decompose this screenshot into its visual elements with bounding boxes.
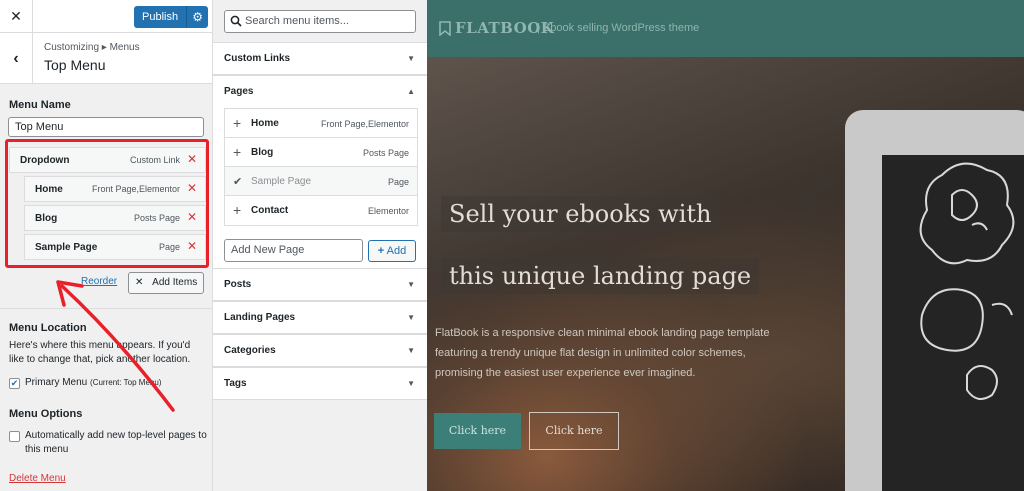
customizer-sidebar: ✕ Publish ⚙ ‹ Customizing ▸ Menus Top Me… (0, 0, 213, 491)
chevron-down-icon: ▼ (407, 313, 415, 322)
section-title: Custom Links (224, 53, 291, 64)
primary-menu-current: (Current: Top Menu) (90, 378, 162, 387)
highlight-box (5, 139, 209, 268)
search-icon (230, 14, 242, 35)
plus-icon: + (233, 144, 242, 160)
breadcrumb: Customizing ▸ Menus (44, 42, 140, 53)
delete-menu-link[interactable]: Delete Menu (9, 473, 66, 484)
chevron-down-icon: ▼ (407, 54, 415, 63)
page-type: Elementor (367, 206, 409, 216)
new-page-input[interactable]: Add New Page (224, 239, 363, 262)
add-items-button[interactable]: ✕ Add Items (128, 272, 204, 294)
list-item[interactable]: + Home Front Page,Elementor (225, 109, 417, 138)
section-posts[interactable]: Posts ▼ (213, 268, 427, 301)
page-type: Posts Page (362, 148, 409, 158)
section-custom-links[interactable]: Custom Links ▼ (213, 42, 427, 75)
gear-icon[interactable]: ⚙ (186, 6, 209, 28)
menu-location-help: Here's where this menu appears. If you'd… (9, 340, 191, 365)
auto-add-label: Automatically add new top-level pages to… (25, 430, 207, 455)
add-items-panel: Search menu items... Custom Links ▼ Page… (213, 0, 427, 491)
tablet-screen (882, 155, 1024, 491)
pages-list: + Home Front Page,Elementor + Blog Posts… (224, 108, 418, 226)
reorder-link[interactable]: Reorder (81, 276, 117, 287)
chevron-down-icon: ▼ (407, 346, 415, 355)
customizer-header: ✕ Publish ⚙ (0, 0, 212, 33)
add-items-label: Add Items (152, 277, 198, 288)
search-input[interactable]: Search menu items... (224, 10, 416, 33)
plus-icon: + (233, 202, 242, 218)
section-tags[interactable]: Tags ▼ (213, 367, 427, 400)
section-categories[interactable]: Categories ▼ (213, 334, 427, 367)
cta-primary-button[interactable]: Click here (434, 413, 521, 449)
section-title: Posts (224, 279, 252, 290)
page-type: Front Page,Elementor (320, 119, 409, 129)
hero-description: FlatBook is a responsive clean minimal e… (435, 327, 770, 379)
list-item[interactable]: + Blog Posts Page (225, 138, 417, 167)
panel-title: Top Menu (44, 57, 106, 73)
section-title: Pages (224, 86, 254, 97)
cta-secondary-button[interactable]: Click here (529, 412, 619, 450)
menu-name-label: Menu Name (9, 99, 71, 111)
add-label: Add (386, 245, 407, 257)
divider (0, 308, 212, 309)
chevron-down-icon: ▼ (407, 280, 415, 289)
section-title: Categories (224, 345, 276, 356)
panel-header: ‹ Customizing ▸ Menus Top Menu (0, 33, 212, 84)
section-title: Tags (224, 378, 247, 389)
section-landing-pages[interactable]: Landing Pages ▼ (213, 301, 427, 334)
back-arrow-icon[interactable]: ‹ (0, 33, 33, 84)
hero-headline-line-2: this unique landing page (441, 258, 760, 294)
page-title: Blog (251, 147, 274, 158)
page-title: Sample Page (251, 176, 312, 187)
add-page-button[interactable]: + Add (368, 240, 416, 262)
page-type: Page (387, 177, 409, 187)
chevron-down-icon: ▼ (407, 379, 415, 388)
primary-menu-label: Primary Menu (Current: Top Menu) (25, 377, 162, 388)
publish-group: Publish ⚙ (134, 6, 209, 28)
close-icon: ✕ (135, 277, 144, 288)
section-pages[interactable]: Pages ▲ (213, 75, 427, 108)
site-preview: FLATBOOK | Ebook selling WordPress theme… (427, 0, 1024, 491)
chevron-up-icon: ▲ (407, 87, 415, 96)
close-icon[interactable]: ✕ (0, 0, 33, 33)
page-title: Contact (251, 205, 289, 216)
bookmark-icon (439, 20, 451, 36)
menu-name-input[interactable]: Top Menu (8, 117, 204, 137)
plus-icon: + (377, 245, 385, 257)
menu-options-heading: Menu Options (9, 408, 83, 420)
section-title: Landing Pages (224, 312, 296, 323)
plus-icon: + (233, 115, 242, 131)
page-title: Home (251, 118, 279, 129)
hero-headline-line-1: Sell your ebooks with (441, 196, 720, 232)
checkmark-icon: ✔ (233, 176, 243, 188)
primary-menu-checkbox[interactable]: ✔ (9, 378, 20, 389)
publish-button[interactable]: Publish (134, 6, 187, 28)
list-item[interactable]: + Contact Elementor (225, 196, 417, 225)
site-header: FLATBOOK | Ebook selling WordPress theme (427, 0, 1024, 57)
menu-location-heading: Menu Location (9, 322, 87, 334)
auto-add-checkbox[interactable] (9, 431, 20, 442)
site-tagline: | Ebook selling WordPress theme (537, 22, 700, 34)
list-item[interactable]: ✔ Sample Page Page (225, 167, 417, 196)
search-placeholder: Search menu items... (245, 15, 349, 27)
